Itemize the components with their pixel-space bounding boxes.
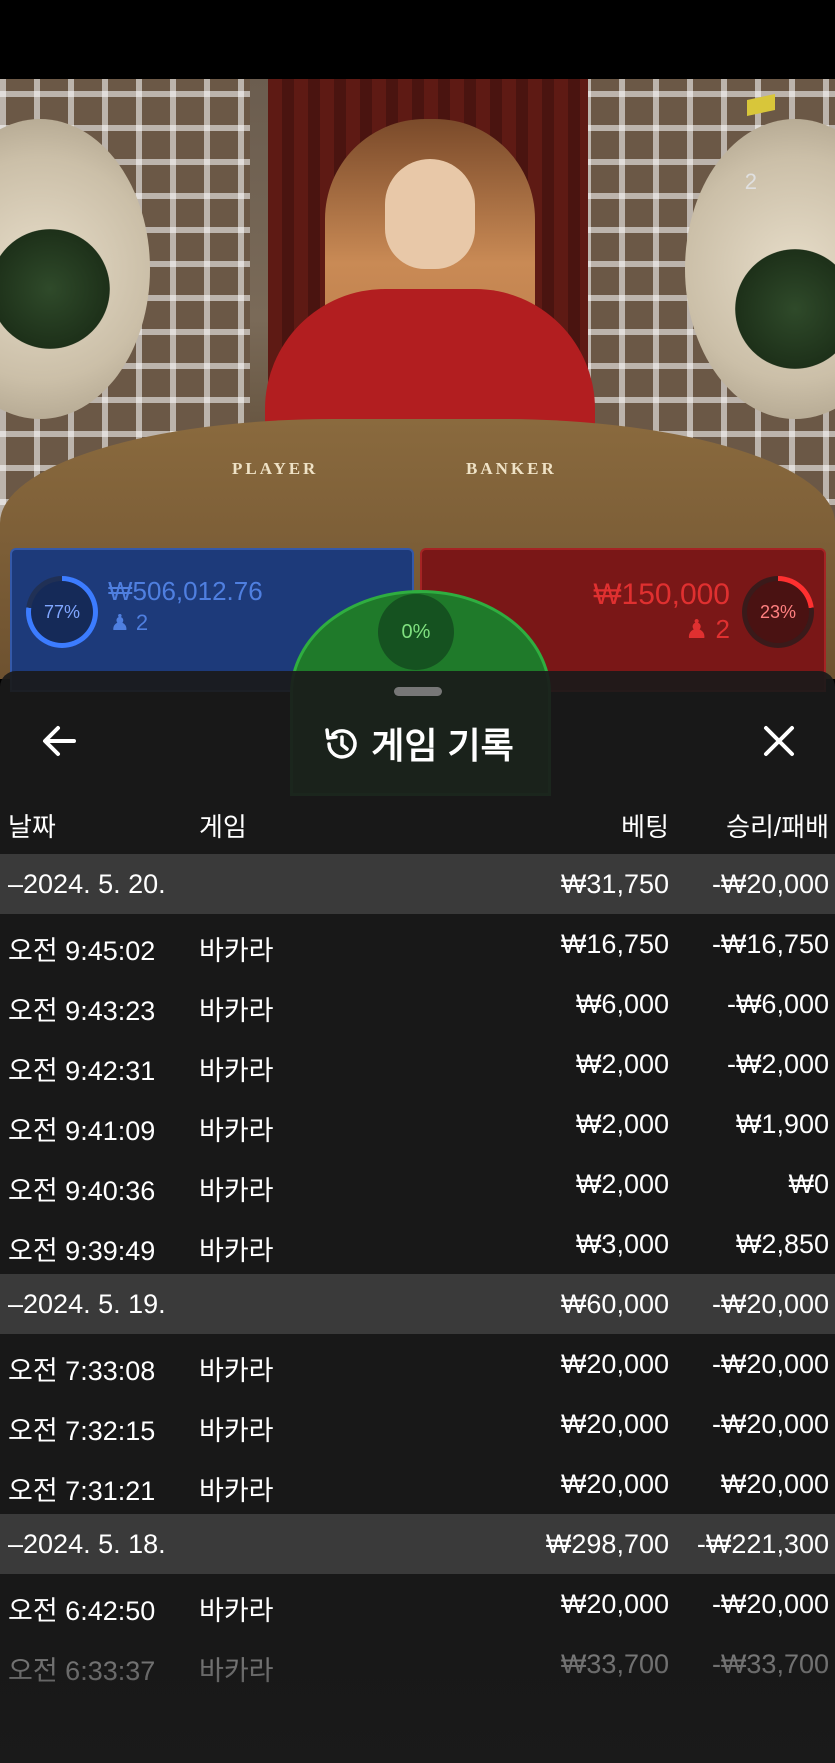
row-game: 바카라 (199, 1476, 274, 1506)
row-time: 오전 7:33:08 (8, 1356, 156, 1386)
date-group-row[interactable]: –2024. 5. 20. ₩31,750 -₩20,000 (0, 854, 835, 914)
group-win-loss-total: -₩221,300 (696, 1529, 829, 1559)
row-game: 바카라 (199, 1116, 274, 1146)
game-history-sheet: 게임 기록 날짜 게임 베팅 승리/패배 –2024. 5. 20. ₩31,75… (0, 671, 835, 1763)
row-win-loss: ₩2,850 (735, 1229, 829, 1259)
row-time: 오전 6:33:37 (8, 1656, 156, 1686)
group-date: –2024. 5. 20. (8, 869, 166, 899)
row-win-loss: -₩6,000 (726, 989, 829, 1019)
banker-percent: 23% (759, 601, 797, 622)
row-time: 오전 9:45:02 (8, 936, 156, 966)
history-row[interactable]: 오전 7:32:15 바카라 ₩20,000 -₩20,000 (0, 1394, 835, 1454)
col-win-loss: 승리/패배 (726, 812, 829, 842)
person-icon: ♟ (684, 614, 709, 644)
sheet-title: 게임 기록 (0, 717, 835, 769)
history-row[interactable]: 오전 9:40:36 바카라 ₩2,000 ₩0 (0, 1154, 835, 1214)
row-time: 오전 7:31:21 (8, 1476, 156, 1506)
row-bet: ₩20,000 (560, 1589, 669, 1619)
row-win-loss: ₩1,900 (735, 1109, 829, 1139)
player-bet-amount: ₩506,012.76 (108, 576, 263, 606)
group-bet-total: ₩298,700 (545, 1529, 669, 1559)
row-time: 오전 9:43:23 (8, 996, 156, 1026)
table-player-label: PLAYER (232, 459, 319, 478)
row-win-loss: ₩20,000 (720, 1469, 829, 1499)
col-date: 날짜 (8, 812, 56, 842)
banker-percent-ring: 23% (742, 576, 814, 648)
row-win-loss: -₩2,000 (726, 1049, 829, 1079)
group-win-loss-total: -₩20,000 (711, 1289, 829, 1319)
row-game: 바카라 (199, 1596, 274, 1626)
group-bet-total: ₩31,750 (560, 869, 669, 899)
seat-count: 2 (744, 169, 757, 194)
table-banker-label: BANKER (466, 459, 557, 478)
sheet-header: 게임 기록 (0, 701, 835, 781)
player-percent-ring: 77% (26, 576, 98, 648)
row-bet: ₩2,000 (575, 1169, 669, 1199)
history-row[interactable]: 오전 9:39:49 바카라 ₩3,000 ₩2,850 (0, 1214, 835, 1274)
close-button[interactable] (757, 719, 801, 763)
row-bet: ₩20,000 (560, 1409, 669, 1439)
sheet-drag-handle[interactable] (394, 687, 442, 696)
row-time: 오전 9:40:36 (8, 1176, 156, 1206)
row-bet: ₩2,000 (575, 1049, 669, 1079)
row-bet: ₩3,000 (575, 1229, 669, 1259)
history-row[interactable]: 오전 6:42:50 바카라 ₩20,000 -₩20,000 (0, 1574, 835, 1634)
row-bet: ₩20,000 (560, 1469, 669, 1499)
row-win-loss: -₩33,700 (711, 1649, 829, 1679)
row-game: 바카라 (199, 1056, 274, 1086)
group-date: –2024. 5. 19. (8, 1289, 166, 1319)
row-bet: ₩16,750 (560, 929, 669, 959)
row-win-loss: ₩0 (788, 1169, 830, 1199)
row-bet: ₩20,000 (560, 1349, 669, 1379)
row-win-loss: -₩20,000 (711, 1409, 829, 1439)
history-row[interactable]: 오전 6:33:37 바카라 ₩33,700 -₩33,700 (0, 1634, 835, 1694)
row-game: 바카라 (199, 1176, 274, 1206)
person-icon: ♟ (110, 610, 130, 635)
row-time: 오전 9:41:09 (8, 1116, 156, 1146)
row-time: 오전 9:39:49 (8, 1236, 156, 1266)
history-row[interactable]: 오전 9:41:09 바카라 ₩2,000 ₩1,900 (0, 1094, 835, 1154)
row-game: 바카라 (199, 1656, 274, 1686)
sheet-title-text: 게임 기록 (371, 725, 514, 766)
row-game: 바카라 (199, 936, 274, 966)
row-bet: ₩33,700 (560, 1649, 669, 1679)
player-percent: 77% (43, 601, 81, 622)
row-win-loss: -₩20,000 (711, 1589, 829, 1619)
row-game: 바카라 (199, 1416, 274, 1446)
row-bet: ₩2,000 (575, 1109, 669, 1139)
row-win-loss: -₩20,000 (711, 1349, 829, 1379)
col-game: 게임 (199, 812, 247, 842)
tie-percent: 0% (378, 594, 454, 670)
history-row[interactable]: 오전 9:45:02 바카라 ₩16,750 -₩16,750 (0, 914, 835, 974)
history-row[interactable]: 오전 9:42:31 바카라 ₩2,000 -₩2,000 (0, 1034, 835, 1094)
column-headers: 날짜 게임 베팅 승리/패배 (0, 807, 835, 847)
date-group-row[interactable]: –2024. 5. 19. ₩60,000 -₩20,000 (0, 1274, 835, 1334)
history-row[interactable]: 오전 7:31:21 바카라 ₩20,000 ₩20,000 (0, 1454, 835, 1514)
banker-bet-amount: ₩150,000 (593, 578, 730, 611)
group-bet-total: ₩60,000 (560, 1289, 669, 1319)
row-game: 바카라 (199, 1236, 274, 1266)
row-bet: ₩6,000 (575, 989, 669, 1019)
row-game: 바카라 (199, 996, 274, 1026)
row-time: 오전 7:32:15 (8, 1416, 156, 1446)
player-bettor-count: ♟ 2 (110, 610, 149, 635)
history-row[interactable]: 오전 7:33:08 바카라 ₩20,000 -₩20,000 (0, 1334, 835, 1394)
row-win-loss: -₩16,750 (711, 929, 829, 959)
row-game: 바카라 (199, 1356, 274, 1386)
group-win-loss-total: -₩20,000 (711, 869, 829, 899)
banker-bettor-count: ♟ 2 (684, 614, 730, 644)
group-date: –2024. 5. 18. (8, 1529, 166, 1559)
history-clock-icon (325, 728, 357, 759)
row-time: 오전 6:42:50 (8, 1596, 156, 1626)
row-time: 오전 9:42:31 (8, 1056, 156, 1086)
history-list: –2024. 5. 20. ₩31,750 -₩20,000 오전 9:45:02 바카… (0, 854, 835, 1694)
history-row[interactable]: 오전 9:43:23 바카라 ₩6,000 -₩6,000 (0, 974, 835, 1034)
date-group-row[interactable]: –2024. 5. 18. ₩298,700 -₩221,300 (0, 1514, 835, 1574)
col-bet: 베팅 (621, 812, 669, 842)
close-icon (764, 726, 794, 756)
